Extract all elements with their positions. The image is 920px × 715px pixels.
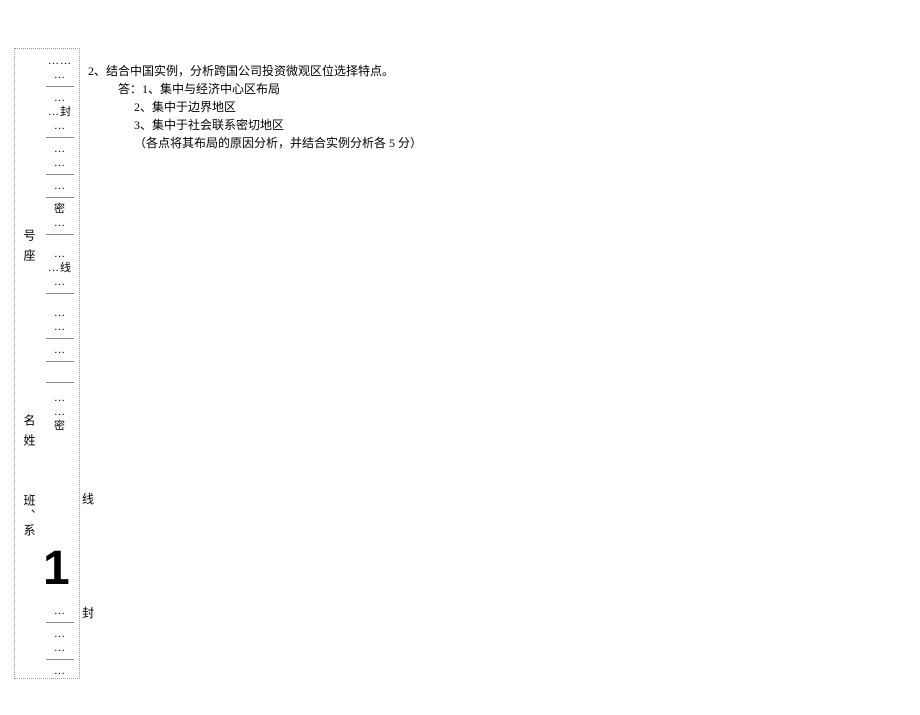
divider bbox=[46, 197, 74, 198]
dots: … bbox=[45, 641, 75, 655]
question-content: 2、结合中国实例，分析跨国公司投资微观区位选择特点。 答：1、集中与经济中心区布… bbox=[88, 62, 422, 152]
divider bbox=[46, 361, 74, 362]
label-xi: 系 bbox=[21, 524, 38, 536]
dots-feng: …封 bbox=[45, 105, 75, 119]
divider bbox=[46, 382, 74, 383]
dots: … bbox=[45, 91, 75, 105]
divider bbox=[46, 622, 74, 623]
answer-line-1: 答：1、集中与经济中心区布局 bbox=[118, 80, 422, 98]
note-text: （各点将其布局的原因分析，并结合实例分析各 5 分） bbox=[134, 136, 422, 150]
dots: … bbox=[45, 216, 75, 230]
dots: … bbox=[45, 627, 75, 641]
dots: … bbox=[45, 119, 75, 133]
dots: … bbox=[45, 275, 75, 289]
dots: … bbox=[45, 604, 75, 618]
dots: … bbox=[45, 156, 75, 170]
answer-prefix: 答： bbox=[118, 82, 142, 96]
label-hao: 号 bbox=[21, 229, 38, 241]
answer-line-2: 2、集中于边界地区 bbox=[134, 98, 422, 116]
divider bbox=[46, 86, 74, 87]
point-2: 2、集中于边界地区 bbox=[134, 100, 236, 114]
label-ban: 班 bbox=[21, 494, 38, 506]
dots: … bbox=[45, 391, 75, 405]
divider bbox=[46, 659, 74, 660]
divider bbox=[46, 137, 74, 138]
question-text: 2、结合中国实例，分析跨国公司投资微观区位选择特点。 bbox=[88, 62, 422, 80]
page-number: 1 bbox=[43, 541, 70, 596]
label-dun: 、 bbox=[21, 509, 38, 521]
dots: … bbox=[45, 68, 75, 82]
center-column: …… … … …封 … … … … 密 … … …线 … … … … bbox=[45, 54, 75, 433]
divider bbox=[46, 174, 74, 175]
right-label-xian: 线 bbox=[82, 490, 94, 507]
label-xing: 姓 bbox=[21, 434, 38, 446]
dots: … bbox=[45, 320, 75, 334]
divider bbox=[46, 293, 74, 294]
exam-sidebar: 号 座 名 姓 班 、 系 …… … … …封 … … … … 密 … … …线… bbox=[14, 48, 80, 679]
answer-line-3: 3、集中于社会联系密切地区 bbox=[134, 116, 422, 134]
dots: … bbox=[45, 179, 75, 193]
divider bbox=[46, 338, 74, 339]
dots: … bbox=[45, 343, 75, 357]
divider bbox=[46, 234, 74, 235]
sidebar-inner: 号 座 名 姓 班 、 系 …… … … …封 … … … … 密 … … …线… bbox=[15, 49, 79, 678]
point-3: 3、集中于社会联系密切地区 bbox=[134, 118, 284, 132]
label-mi2: 密 bbox=[45, 419, 75, 433]
dots: … bbox=[45, 247, 75, 261]
point-1: 1、集中与经济中心区布局 bbox=[142, 82, 280, 96]
dots: … bbox=[45, 142, 75, 156]
dots: … bbox=[45, 306, 75, 320]
dots: …… bbox=[45, 54, 75, 68]
label-zuo: 座 bbox=[21, 249, 38, 261]
right-label-feng: 封 bbox=[82, 604, 94, 621]
bottom-dots: … … … … bbox=[45, 604, 75, 678]
answer-note: （各点将其布局的原因分析，并结合实例分析各 5 分） bbox=[134, 134, 422, 152]
dots: … bbox=[45, 405, 75, 419]
label-ming: 名 bbox=[21, 414, 38, 426]
dots-xian: …线 bbox=[45, 261, 75, 275]
dots: … bbox=[45, 664, 75, 678]
label-mi: 密 bbox=[45, 202, 75, 216]
